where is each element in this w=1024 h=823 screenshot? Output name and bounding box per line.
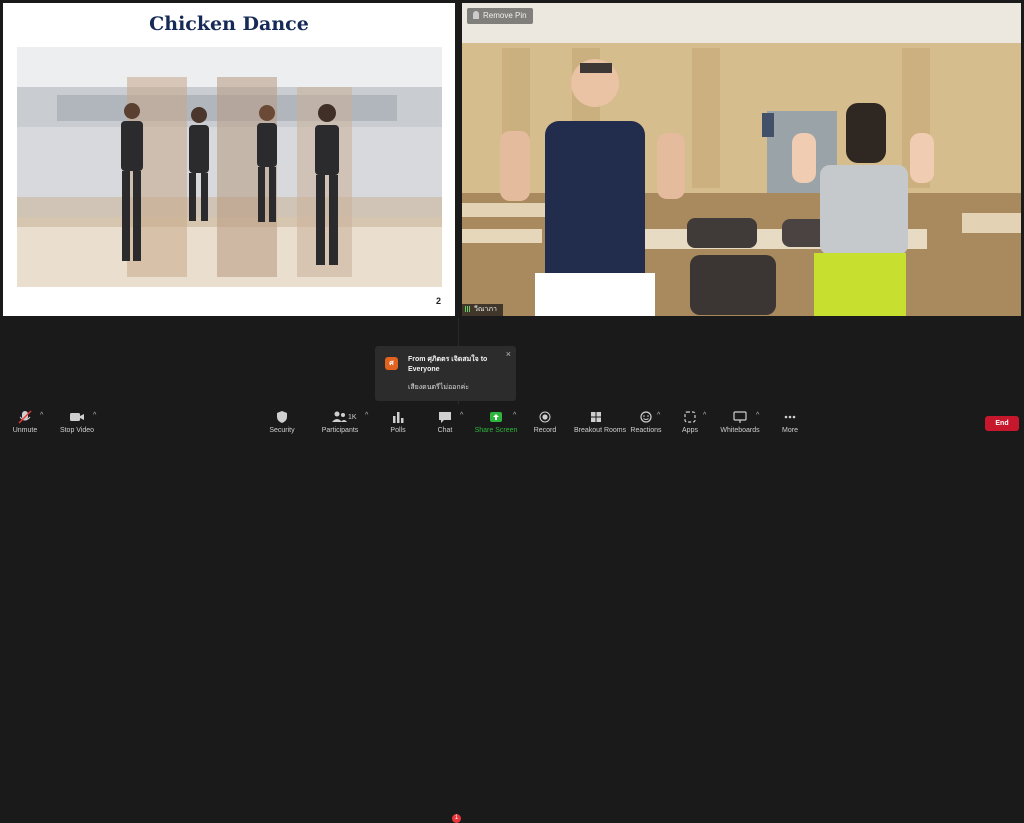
- polls-icon: [393, 412, 404, 423]
- breakout-rooms-button[interactable]: Breakout Rooms: [574, 404, 626, 440]
- share-options-caret[interactable]: ^: [513, 412, 519, 420]
- dance-video-frame: [17, 47, 442, 287]
- mic-muted-icon: [18, 410, 32, 424]
- record-label: Record: [533, 427, 557, 434]
- audio-options-caret[interactable]: ^: [40, 412, 46, 420]
- classroom-scene: [462, 3, 1021, 316]
- stop-video-button[interactable]: Stop Video: [60, 404, 94, 440]
- whiteboards-label: Whiteboards: [720, 427, 760, 434]
- share-screen-icon: [490, 412, 502, 422]
- close-icon[interactable]: ×: [506, 349, 511, 359]
- whiteboards-button[interactable]: Whiteboards: [720, 404, 760, 440]
- apps-button[interactable]: Apps: [678, 404, 702, 440]
- participant-name: วีณาภา: [474, 306, 497, 313]
- chat-unread-badge: 1: [452, 814, 461, 823]
- chat-button[interactable]: Chat: [433, 404, 457, 440]
- polls-button[interactable]: Polls: [386, 404, 410, 440]
- shared-slide: Chicken Dance 2: [3, 3, 455, 316]
- more-dots-icon: [784, 415, 796, 419]
- reactions-icon: [640, 411, 652, 423]
- unmute-button[interactable]: Unmute: [12, 404, 38, 440]
- security-label: Security: [269, 427, 295, 434]
- video-options-caret[interactable]: ^: [93, 412, 99, 420]
- slide-video[interactable]: [17, 47, 442, 287]
- unmute-label: Unmute: [12, 427, 38, 434]
- more-button[interactable]: More: [778, 404, 802, 440]
- whiteboards-options-caret[interactable]: ^: [756, 412, 762, 420]
- remove-pin-label: Remove Pin: [483, 11, 527, 20]
- apps-options-caret[interactable]: ^: [703, 412, 709, 420]
- breakout-rooms-label: Breakout Rooms: [574, 427, 627, 434]
- share-screen-label: Share Screen: [474, 427, 518, 434]
- chat-notification[interactable]: ศ From ศุภิตตร เจิดสมใจ to Everyone เสีย…: [375, 346, 516, 401]
- more-label: More: [782, 427, 798, 434]
- chat-icon: [439, 412, 451, 423]
- participant-video[interactable]: Remove Pin วีณาภา: [462, 3, 1021, 316]
- video-camera-icon: [70, 413, 84, 421]
- reactions-options-caret[interactable]: ^: [657, 412, 663, 420]
- chat-message: เสียงดนตรีไม่ออกค่ะ: [408, 384, 470, 391]
- record-button[interactable]: Record: [533, 404, 557, 440]
- shield-icon: [277, 411, 287, 423]
- record-icon: [539, 411, 551, 423]
- share-screen-button[interactable]: Share Screen: [475, 404, 517, 440]
- reactions-button[interactable]: Reactions: [630, 404, 662, 440]
- chat-options-caret[interactable]: ^: [460, 412, 466, 420]
- meeting-toolbar: Unmute ^ Stop Video ^ Security Participa…: [0, 404, 1024, 823]
- apps-icon: [684, 411, 696, 423]
- chat-label: Chat: [437, 427, 453, 434]
- participants-count: 1K: [348, 414, 357, 421]
- meeting-window: Chicken Dance 2 Remove Pin วีณาภา ศ From…: [0, 0, 1024, 823]
- participants-label: Participants: [321, 427, 359, 434]
- slide-title: Chicken Dance: [149, 13, 309, 35]
- signal-icon: [465, 306, 471, 312]
- pin-icon: [473, 11, 479, 19]
- participants-options-caret[interactable]: ^: [365, 412, 371, 420]
- end-meeting-button[interactable]: End: [985, 416, 1019, 431]
- stop-video-label: Stop Video: [59, 427, 95, 434]
- security-button[interactable]: Security: [269, 404, 295, 440]
- breakout-rooms-icon: [591, 412, 601, 422]
- apps-label: Apps: [682, 427, 698, 434]
- remove-pin-button[interactable]: Remove Pin: [467, 8, 533, 24]
- reactions-label: Reactions: [630, 427, 662, 434]
- chat-from-text: From ศุภิตตร เจิดสมใจ to Everyone: [408, 356, 488, 373]
- sender-avatar: ศ: [385, 357, 398, 370]
- whiteboard-icon: [733, 411, 747, 423]
- participant-name-tag: วีณาภา: [462, 304, 503, 316]
- polls-label: Polls: [390, 427, 406, 434]
- slide-page-number: 2: [435, 296, 441, 306]
- participants-button[interactable]: Participants: [322, 404, 358, 440]
